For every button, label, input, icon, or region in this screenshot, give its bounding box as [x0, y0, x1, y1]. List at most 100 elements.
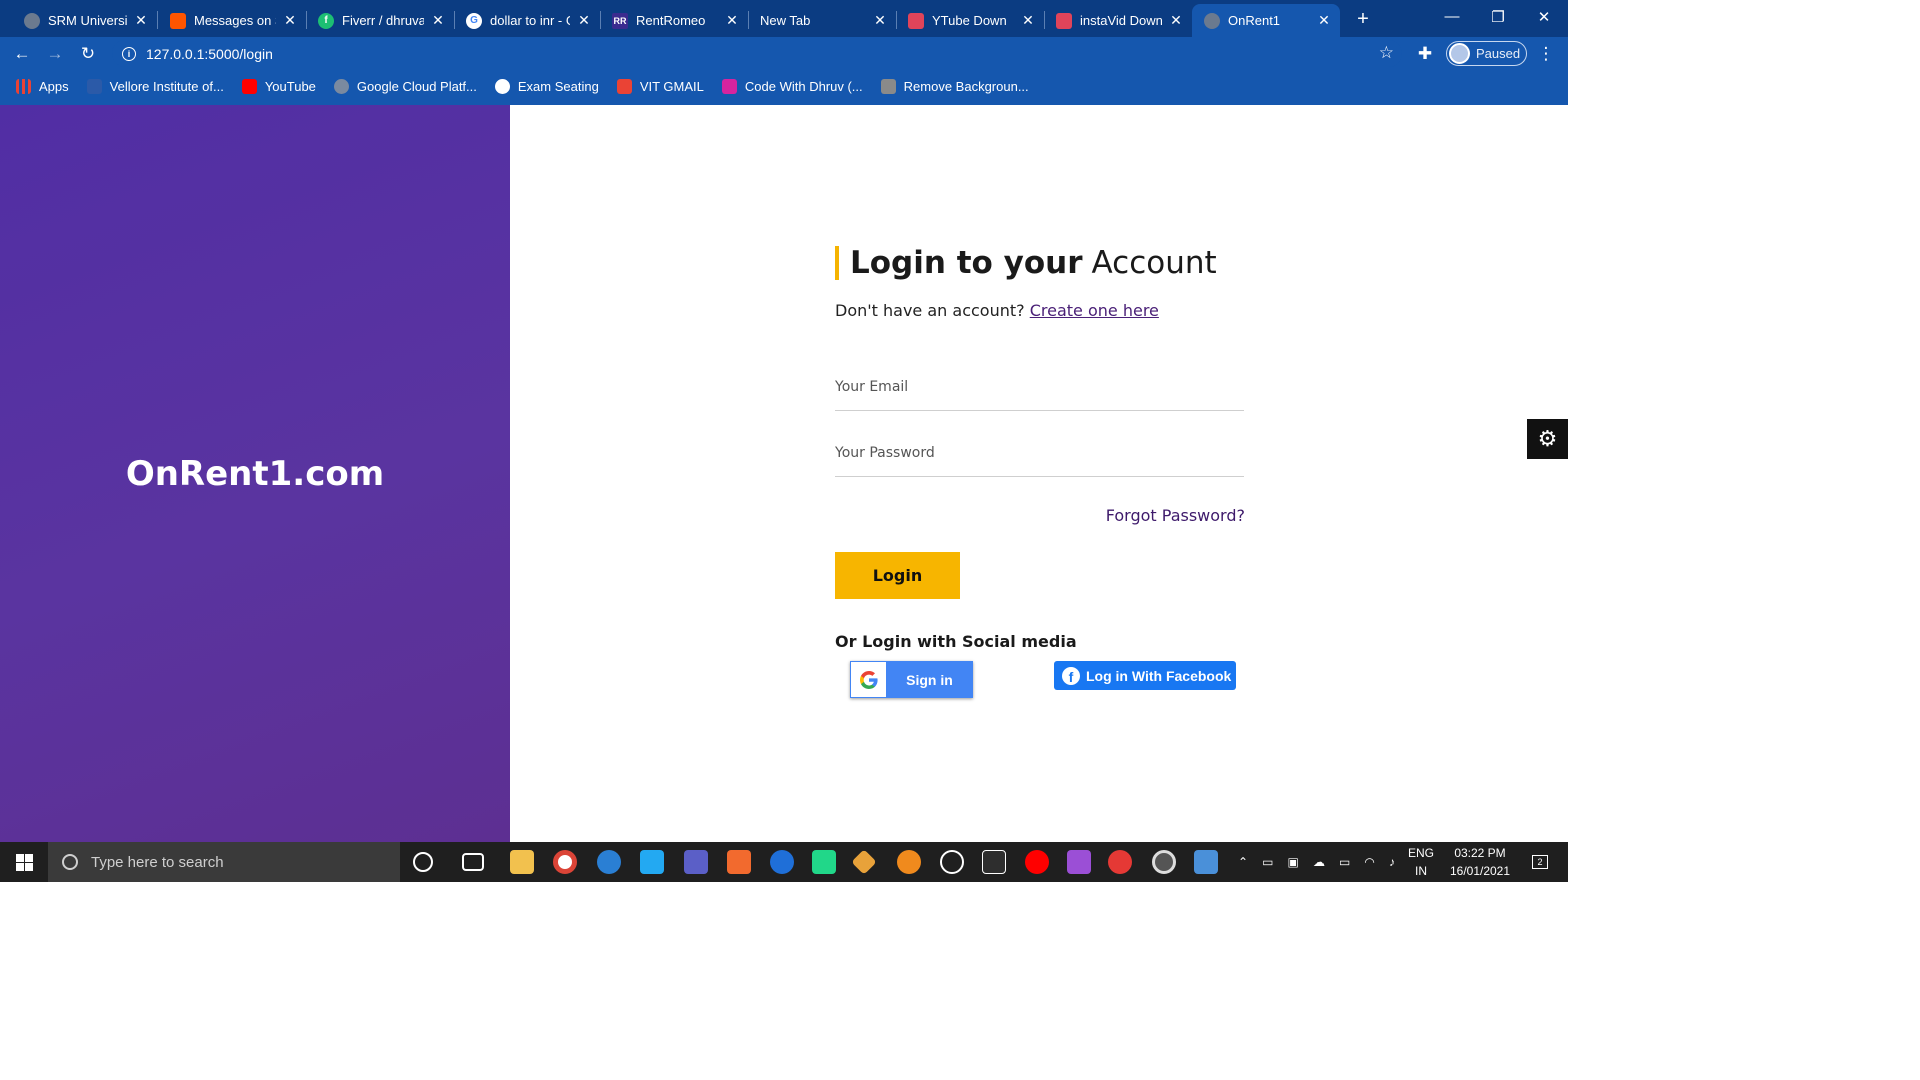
tab-title: RentRomeo: [636, 13, 706, 28]
tab-instavid-down[interactable]: instaVid Down ✕: [1044, 4, 1192, 37]
forward-button[interactable]: →: [42, 41, 68, 67]
start-button[interactable]: [0, 842, 48, 882]
remove-bg-icon: [880, 78, 896, 94]
tab-google-search[interactable]: G dollar to inr - G ✕: [454, 4, 600, 37]
bookmark-vit[interactable]: Vellore Institute of...: [86, 78, 224, 94]
youtube-music-icon[interactable]: [1025, 850, 1049, 874]
pycharm-icon[interactable]: [812, 850, 836, 874]
google-icon: G: [466, 12, 482, 29]
globe-icon: [494, 78, 510, 94]
tab-new-tab[interactable]: New Tab ✕: [748, 4, 896, 37]
youtube-icon: [241, 78, 257, 94]
close-window-button[interactable]: ✕: [1521, 0, 1567, 33]
extensions-icon[interactable]: ✚: [1412, 41, 1438, 67]
profile-button[interactable]: Paused: [1446, 41, 1527, 66]
close-icon[interactable]: ✕: [1316, 12, 1332, 29]
obs-icon[interactable]: [940, 850, 964, 874]
close-icon[interactable]: ✕: [1020, 12, 1036, 29]
reload-button[interactable]: ↻: [75, 41, 101, 67]
close-icon[interactable]: ✕: [872, 12, 888, 29]
chrome-icon[interactable]: [553, 850, 577, 874]
system-tray: ⌃ ▭ ▣ ☁ ▭ ◠ ♪: [1234, 842, 1399, 882]
vscode-icon[interactable]: [640, 850, 664, 874]
forgot-password-link[interactable]: Forgot Password?: [835, 506, 1245, 525]
password-field[interactable]: [835, 445, 1244, 461]
clock-date: 16/01/2021: [1449, 864, 1511, 878]
search-placeholder: Type here to search: [91, 853, 224, 871]
bookmark-label: Code With Dhruv (...: [744, 78, 863, 94]
python-idle-icon[interactable]: [1194, 850, 1218, 874]
bookmark-apps[interactable]: Apps: [16, 78, 69, 94]
file-explorer-icon[interactable]: [510, 850, 534, 874]
unity-icon[interactable]: [982, 850, 1006, 874]
xampp-icon[interactable]: [727, 850, 751, 874]
tab-soundcloud-messages[interactable]: Messages on S ✕: [158, 4, 306, 37]
bookmark-youtube[interactable]: YouTube: [241, 78, 316, 94]
git-icon[interactable]: [851, 849, 877, 875]
facebook-icon: f: [1062, 666, 1080, 685]
app-icon[interactable]: [597, 850, 621, 874]
bookmark-remove-background[interactable]: Remove Backgroun...: [880, 78, 1029, 94]
meet-now-icon[interactable]: ▭: [1262, 855, 1273, 869]
restore-button[interactable]: ❐: [1475, 0, 1521, 33]
rentromeo-icon: RR: [612, 12, 628, 29]
cortana-icon[interactable]: [413, 852, 433, 872]
fl-studio-icon[interactable]: [897, 850, 921, 874]
taskbar-search-box[interactable]: Type here to search: [48, 842, 400, 882]
recorder-icon[interactable]: [1108, 850, 1132, 874]
bookmark-vit-gmail[interactable]: VIT GMAIL: [616, 78, 704, 94]
close-icon[interactable]: ✕: [576, 12, 592, 29]
battery-icon[interactable]: ▭: [1339, 855, 1350, 869]
bookmark-exam-seating[interactable]: Exam Seating: [494, 78, 599, 94]
tab-title: OnRent1: [1228, 13, 1281, 28]
address-bar[interactable]: i 127.0.0.1:5000/login ☆: [112, 40, 1402, 67]
minimize-button[interactable]: —: [1429, 0, 1475, 33]
facebook-login-button[interactable]: f Log in With Facebook: [1054, 661, 1236, 690]
profile-status: Paused: [1476, 46, 1521, 61]
bookmark-label: Google Cloud Platf...: [356, 78, 477, 94]
create-account-link[interactable]: Create one here: [1030, 301, 1159, 320]
tray-app-icon[interactable]: ▣: [1288, 855, 1299, 869]
wifi-icon[interactable]: ◠: [1364, 855, 1374, 869]
title-accent-bar: [835, 246, 839, 280]
tab-rentromeo[interactable]: RR RentRomeo ✕: [600, 4, 748, 37]
onedrive-icon[interactable]: ☁: [1313, 855, 1325, 869]
bookmark-google-cloud[interactable]: Google Cloud Platf...: [333, 78, 477, 94]
globe-icon: [24, 12, 40, 29]
visual-studio-icon[interactable]: [1067, 850, 1091, 874]
new-tab-button[interactable]: +: [1350, 6, 1376, 32]
tab-ytube-down[interactable]: YTube Down ✕: [896, 4, 1044, 37]
close-icon[interactable]: ✕: [133, 12, 149, 29]
bookmark-code-with-dhruv[interactable]: Code With Dhruv (...: [721, 78, 863, 94]
language-indicator[interactable]: ENG IN: [1404, 844, 1438, 880]
taskbar-clock[interactable]: 03:22 PM 16/01/2021: [1440, 844, 1520, 880]
bookmark-star-icon[interactable]: ☆: [1379, 43, 1394, 63]
close-icon[interactable]: ✕: [430, 12, 446, 29]
notifications-button[interactable]: 2: [1526, 842, 1554, 882]
region-code: IN: [1415, 864, 1427, 878]
tab-title: YTube Down: [932, 13, 1007, 28]
close-icon[interactable]: ✕: [1168, 12, 1184, 29]
search-icon: [62, 854, 78, 870]
tab-srm-university[interactable]: SRM University ✕: [12, 4, 157, 37]
login-button[interactable]: Login: [835, 552, 960, 599]
google-sign-in-button[interactable]: Sign in: [850, 661, 973, 698]
media-icon[interactable]: [1152, 850, 1176, 874]
title-light: Account: [1091, 245, 1217, 281]
chevron-up-icon[interactable]: ⌃: [1238, 855, 1248, 869]
menu-kebab-icon[interactable]: ⋮: [1533, 41, 1559, 67]
teams-icon[interactable]: [684, 850, 708, 874]
settings-gear-icon[interactable]: ⚙: [1527, 419, 1568, 459]
email-field[interactable]: [835, 379, 1244, 395]
close-icon[interactable]: ✕: [724, 12, 740, 29]
site-info-icon[interactable]: i: [122, 46, 136, 61]
close-icon[interactable]: ✕: [282, 12, 298, 29]
back-button[interactable]: ←: [9, 41, 35, 67]
word-icon[interactable]: [770, 850, 794, 874]
url-text: 127.0.0.1:5000/login: [146, 45, 273, 62]
tab-onrent1-active[interactable]: OnRent1 ✕: [1192, 4, 1340, 37]
volume-icon[interactable]: ♪: [1389, 855, 1395, 869]
task-view-icon[interactable]: [462, 853, 484, 871]
tab-fiverr[interactable]: f Fiverr / dhruva ✕: [306, 4, 454, 37]
tab-title: instaVid Down: [1080, 13, 1162, 28]
